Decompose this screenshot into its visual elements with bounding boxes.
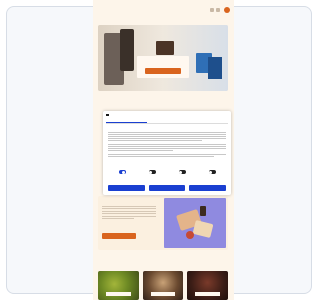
consent-toggle-group [138, 169, 166, 181]
consent-toggle[interactable] [208, 170, 216, 174]
consent-toggle-group [108, 169, 136, 181]
consent-allow-selection-button[interactable] [148, 185, 186, 191]
category-tiles [98, 271, 229, 300]
cart-icon[interactable] [224, 7, 230, 13]
cookie-consent-dialog [103, 111, 231, 195]
consent-tabs [106, 118, 228, 124]
hero-product-machine [120, 29, 134, 71]
category-tile-label [195, 292, 221, 296]
category-tile-label [150, 292, 176, 296]
category-tile[interactable] [98, 271, 139, 300]
consent-allow-all-button[interactable] [189, 185, 227, 191]
consent-body-text [108, 131, 226, 158]
hero-product-box [156, 41, 174, 55]
consent-toggle[interactable] [148, 170, 156, 174]
consent-buttons [108, 185, 227, 191]
search-icon[interactable] [210, 8, 214, 12]
consent-logo-icon [106, 114, 109, 116]
account-icon[interactable] [216, 8, 220, 12]
consent-tab[interactable] [106, 118, 147, 123]
consent-toggles [108, 169, 226, 181]
promo-text [102, 206, 156, 221]
consent-tab[interactable] [187, 118, 228, 123]
hero-product-box [208, 57, 222, 79]
consent-toggle[interactable] [118, 170, 126, 174]
site-header [93, 0, 234, 22]
hero-callout [137, 56, 189, 78]
consent-toggle-group [168, 169, 196, 181]
promo-card [98, 196, 228, 250]
hero-cta-button[interactable] [145, 68, 181, 74]
consent-tab[interactable] [147, 118, 188, 123]
promo-image [164, 198, 226, 248]
promo-cta-button[interactable] [102, 233, 136, 239]
category-tile-label [106, 292, 131, 296]
hero-banner [98, 25, 228, 91]
category-tile[interactable] [142, 271, 184, 300]
consent-toggle[interactable] [178, 170, 186, 174]
consent-deny-button[interactable] [108, 185, 145, 191]
consent-toggle-group [198, 169, 226, 181]
category-tile[interactable] [187, 271, 229, 300]
header-actions [210, 7, 230, 13]
